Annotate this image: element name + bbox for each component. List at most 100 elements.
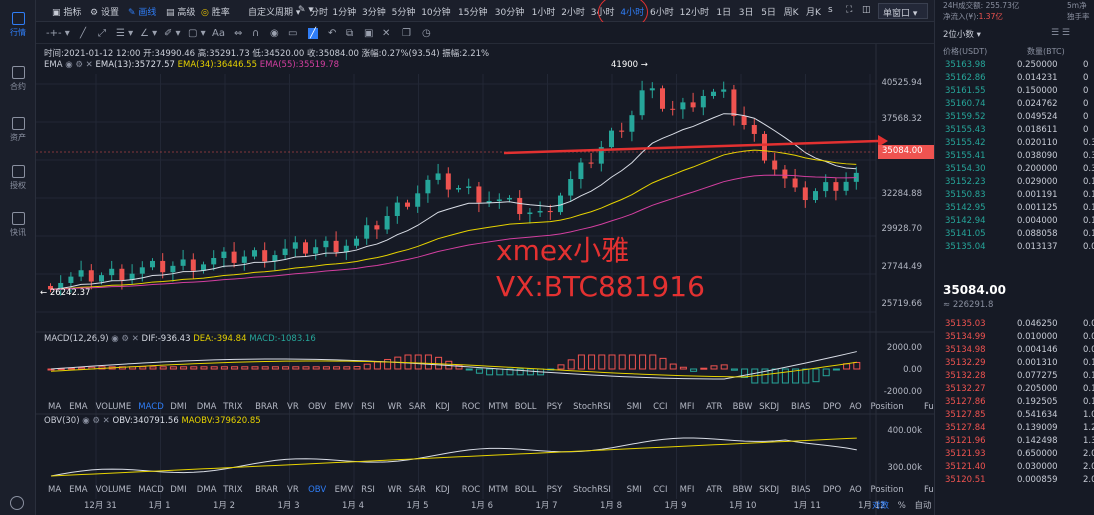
nav-news[interactable]: 快讯 xyxy=(0,212,36,238)
indicator-tab-cci[interactable]: CCI xyxy=(653,402,667,412)
indicator-tab-ma[interactable]: MA xyxy=(48,485,61,495)
ask-row[interactable]: 35161.55 0.150000 0 xyxy=(935,85,1094,98)
indicator-tab-smi[interactable]: SMI xyxy=(627,402,642,412)
timeframe-6[interactable]: 30分钟 xyxy=(495,5,524,18)
angle-tool-icon[interactable]: ∠ ▾ xyxy=(140,28,157,39)
bid-row[interactable]: 35127.85 0.541634 1.0 xyxy=(935,409,1094,422)
indicator-tab-vr[interactable]: VR xyxy=(287,485,299,495)
indicator-tab-obv[interactable]: OBV xyxy=(308,485,326,495)
indicator-button[interactable]: ▣ 指标 xyxy=(52,5,81,18)
decimal-select[interactable]: 2位小数 ▾ xyxy=(943,28,981,40)
timeframe-11[interactable]: 6小时 xyxy=(650,5,674,18)
alert-icon[interactable]: ◷ xyxy=(422,28,431,39)
nav-auth[interactable]: 授权 xyxy=(0,165,36,191)
indicator-tab-trix[interactable]: TRIX xyxy=(223,402,242,412)
nav-assets[interactable]: 资产 xyxy=(0,117,36,143)
indicator-tab-trix[interactable]: TRIX xyxy=(223,485,242,495)
ask-row[interactable]: 35142.95 0.001125 0.1 xyxy=(935,202,1094,215)
timeframe-3[interactable]: 5分钟 xyxy=(392,5,416,18)
settings-button[interactable]: ⚙ 设置 xyxy=(90,5,119,18)
percent-toggle[interactable]: % xyxy=(898,501,906,511)
indicator-tab-dpo[interactable]: DPO xyxy=(823,485,841,495)
indicator-tab-atr[interactable]: ATR xyxy=(706,485,722,495)
ask-row[interactable]: 35159.52 0.049524 0 xyxy=(935,111,1094,124)
ray-tool-icon[interactable]: ⤢ xyxy=(98,28,106,39)
indicator-tab-atr[interactable]: ATR xyxy=(706,402,722,412)
indicator-tab-position[interactable]: Position xyxy=(871,402,904,412)
indicator-tab-bias[interactable]: BIAS xyxy=(791,485,811,495)
indicator-tab-cci[interactable]: CCI xyxy=(653,485,667,495)
line-tool-icon[interactable]: ╱ xyxy=(80,28,86,39)
indicator-tab-mtm[interactable]: MTM xyxy=(488,402,508,412)
orderbook-mode-icon[interactable]: ☰ ☰ xyxy=(1051,28,1070,38)
bid-row[interactable]: 35134.99 0.010000 0.0 xyxy=(935,331,1094,344)
indicator-tab-rsi[interactable]: RSI xyxy=(361,402,375,412)
indicator-tab-ema[interactable]: EMA xyxy=(69,402,88,412)
timeframe-7[interactable]: 1小时 xyxy=(532,5,556,18)
nav-market[interactable]: 行情 xyxy=(0,12,36,38)
indicator-tab-dmi[interactable]: DMI xyxy=(170,485,186,495)
indicator-tab-mfi[interactable]: MFI xyxy=(680,402,695,412)
lock-icon[interactable]: ▢ ▾ xyxy=(188,28,206,39)
tab-advanced[interactable]: ▤ 高级 xyxy=(166,5,195,18)
magnet-icon[interactable]: ∩ xyxy=(252,28,259,39)
indicator-tab-bbw[interactable]: BBW xyxy=(733,402,753,412)
indicator-tab-mfi[interactable]: MFI xyxy=(680,485,695,495)
single-window-select[interactable]: 单窗口 ▾ xyxy=(878,3,928,19)
timeframe-14[interactable]: 3日 xyxy=(739,5,754,18)
indicator-tab-psy[interactable]: PSY xyxy=(547,485,563,495)
trend-line-icon[interactable]: ╱ xyxy=(308,28,319,39)
indicator-tab-macd[interactable]: MACD xyxy=(138,402,163,412)
ask-row[interactable]: 35135.04 0.013137 0.0 xyxy=(935,241,1094,254)
ask-row[interactable]: 35155.43 0.018611 0 xyxy=(935,124,1094,137)
brush-tool-icon[interactable]: ✐ ▾ xyxy=(164,28,181,39)
indicator-tab-kdj[interactable]: KDJ xyxy=(435,402,450,412)
indicator-tab-ma[interactable]: MA xyxy=(48,402,61,412)
indicator-tab-skdj[interactable]: SKDJ xyxy=(759,485,779,495)
indicator-tab-emv[interactable]: EMV xyxy=(335,402,354,412)
timeframe-15[interactable]: 5日 xyxy=(761,5,776,18)
layer-icon[interactable]: ❐ xyxy=(402,28,411,39)
bid-row[interactable]: 35127.84 0.139009 1.2 xyxy=(935,422,1094,435)
lock2-icon[interactable]: ▣ xyxy=(364,28,373,39)
ask-row[interactable]: 35155.42 0.020110 0.3 xyxy=(935,137,1094,150)
chart-area[interactable]: 时间:2021-01-12 12:00 开:34990.46 高:35291.7… xyxy=(36,44,962,515)
bid-row[interactable]: 35120.51 0.000859 2.0 xyxy=(935,474,1094,487)
ask-row[interactable]: 35141.05 0.088058 0.1 xyxy=(935,228,1094,241)
indicator-tab-stochrsi[interactable]: StochRSI xyxy=(573,485,611,495)
indicator-tab-volume[interactable]: VOLUME xyxy=(96,402,132,412)
indicator-tab-bbw[interactable]: BBW xyxy=(733,485,753,495)
indicator-tab-position[interactable]: Position xyxy=(871,485,904,495)
ask-row[interactable]: 35162.86 0.014231 0 xyxy=(935,72,1094,85)
timeframe-1[interactable]: 1分钟 xyxy=(332,5,356,18)
indicator-tab-roc[interactable]: ROC xyxy=(462,485,481,495)
indicator-tab-skdj[interactable]: SKDJ xyxy=(759,402,779,412)
timeframe-8[interactable]: 2小时 xyxy=(561,5,585,18)
timeframe-12[interactable]: 12小时 xyxy=(680,5,709,18)
indicator-tab-wr[interactable]: WR xyxy=(388,402,402,412)
indicator-tab-mtm[interactable]: MTM xyxy=(488,485,508,495)
tab-draw-line[interactable]: ✎ 画线 xyxy=(128,5,156,18)
indicator-tab-kdj[interactable]: KDJ xyxy=(435,485,450,495)
tab-winrate[interactable]: ◎ 胜率 xyxy=(201,5,230,18)
delete-icon[interactable]: ✕ xyxy=(382,28,390,39)
ask-row[interactable]: 35154.30 0.200000 0.3 xyxy=(935,163,1094,176)
eye-icon[interactable]: ◉ xyxy=(270,28,279,39)
bid-row[interactable]: 35121.96 0.142498 1.3 xyxy=(935,435,1094,448)
indicator-tab-macd[interactable]: MACD xyxy=(138,485,163,495)
ruler-icon[interactable]: ⇔ xyxy=(234,28,242,39)
fibonacci-tool-icon[interactable]: ☰ ▾ xyxy=(116,28,133,39)
text-tool-icon[interactable]: Aa xyxy=(212,28,225,39)
eye-icon[interactable]: ◉ ⚙ ✕ xyxy=(65,60,93,70)
bid-row[interactable]: 35127.86 0.192505 0.1 xyxy=(935,396,1094,409)
indicator-tab-dma[interactable]: DMA xyxy=(197,485,217,495)
ask-row[interactable]: 35160.74 0.024762 0 xyxy=(935,98,1094,111)
indicator-tab-vr[interactable]: VR xyxy=(287,402,299,412)
ask-row[interactable]: 35155.41 0.038090 0.3 xyxy=(935,150,1094,163)
indicator-tab-stochrsi[interactable]: StochRSI xyxy=(573,402,611,412)
undo-icon[interactable]: ↶ xyxy=(328,28,336,39)
ask-row[interactable]: 35150.83 0.001191 0.1 xyxy=(935,189,1094,202)
bid-row[interactable]: 35132.28 0.077275 0.1 xyxy=(935,370,1094,383)
indicator-tab-sar[interactable]: SAR xyxy=(409,402,426,412)
timeframe-16[interactable]: 周K xyxy=(784,5,799,18)
